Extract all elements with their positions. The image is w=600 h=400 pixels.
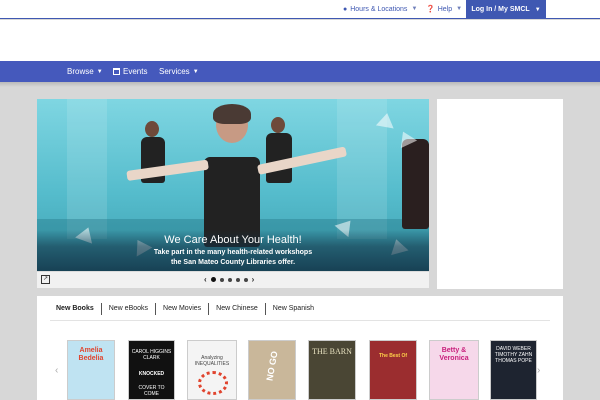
book-cover[interactable]: The Best Of (369, 340, 417, 400)
chevron-down-icon: ▼ (456, 6, 463, 12)
book-cover[interactable]: Analyzing INEQUALITIES (187, 340, 237, 400)
chevron-down-icon: ▼ (411, 6, 418, 12)
book-cover[interactable]: Betty & Veronica (429, 340, 479, 400)
slider-controls: ↗ ‹ › (37, 271, 429, 288)
hero-subtitle-line: Take part in the many health-related wor… (153, 249, 313, 256)
hero-subtitle: Take part in the many health-related wor… (0, 248, 466, 268)
tab-new-chinese[interactable]: New Chinese (209, 303, 266, 315)
tabs-divider (50, 320, 550, 321)
slider-dot[interactable] (243, 277, 248, 282)
tab-new-movies[interactable]: New Movies (156, 303, 210, 315)
nav-shadow (0, 82, 600, 87)
tab-new-ebooks[interactable]: New eBooks (102, 303, 157, 315)
hero-title: We Care About Your Health! (164, 234, 302, 246)
book-cover[interactable]: THE BARN (308, 340, 356, 400)
hero-image-panel (67, 99, 107, 239)
chevron-down-icon: ▼ (96, 68, 103, 75)
question-circle-icon: ❓ (426, 6, 435, 13)
share-icon[interactable]: ↗ (41, 275, 50, 284)
carousel-prev-icon[interactable]: ‹ (55, 365, 58, 376)
slider-pager: ‹ › (204, 275, 254, 284)
book-title: Analyzing INEQUALITIES (194, 355, 230, 367)
slider-dot[interactable] (227, 277, 232, 282)
book-title: Betty & Veronica (439, 347, 469, 362)
slider-dot[interactable] (235, 277, 240, 282)
nav-services[interactable]: Services ▼ (159, 61, 199, 82)
book-title: NO GO (264, 350, 280, 382)
main-nav: Browse ▼ Events Services ▼ (0, 61, 600, 82)
login-button[interactable]: Log In / My SMCL ▼ (466, 0, 546, 19)
book-authors: DAVID WEBER TIMOTHY ZAHN THOMAS POPE (494, 346, 533, 364)
help-link[interactable]: ❓ Help ▼ (426, 0, 462, 18)
book-note: COVER TO COME (138, 385, 165, 397)
book-cover[interactable]: NO GO (248, 340, 296, 400)
book-cover[interactable]: CAROL HIGGINS CLARK KNOCKED COVER TO COM… (128, 340, 175, 400)
hours-locations-link[interactable]: ● Hours & Locations ▼ (343, 0, 417, 18)
book-title: Amelia Bedelia (78, 347, 104, 362)
nav-browse-label: Browse (67, 67, 94, 76)
nav-services-label: Services (159, 67, 190, 76)
new-items-carousel: New Books New eBooks New Movies New Chin… (37, 296, 563, 400)
book-author: CAROL HIGGINS CLARK (131, 349, 172, 361)
map-pin-icon: ● (343, 5, 348, 13)
hero-subtitle-line: the San Mateo County Libraries offer. (170, 259, 296, 266)
book-cover[interactable]: DAVID WEBER TIMOTHY ZAHN THOMAS POPE (490, 340, 537, 400)
calendar-icon (113, 68, 120, 75)
tab-new-spanish[interactable]: New Spanish (266, 303, 321, 315)
nav-browse[interactable]: Browse ▼ (67, 61, 103, 82)
tab-new-books[interactable]: New Books (50, 303, 102, 315)
header-logo-area (0, 20, 600, 61)
nav-events[interactable]: Events (113, 61, 147, 82)
nav-events-label: Events (123, 67, 148, 76)
slider-dot[interactable] (219, 277, 224, 282)
chevron-down-icon: ▼ (192, 68, 199, 75)
slider-dot[interactable] (210, 277, 216, 282)
help-label: Help (437, 5, 453, 13)
hours-locations-label: Hours & Locations (350, 5, 408, 13)
chevron-down-icon: ▼ (534, 6, 541, 13)
slider-prev-button[interactable]: ‹ (204, 275, 207, 284)
book-cover[interactable]: Amelia Bedelia (67, 340, 115, 400)
utility-bar: ● Hours & Locations ▼ ❓ Help ▼ Log In / … (0, 0, 600, 19)
book-title: KNOCKED (138, 371, 165, 377)
login-label: Log In / My SMCL (471, 6, 530, 13)
new-items-tabs: New Books New eBooks New Movies New Chin… (50, 303, 321, 315)
carousel-next-icon[interactable]: › (537, 365, 540, 376)
book-title: THE BARN (312, 347, 352, 356)
book-title: The Best Of (378, 353, 408, 359)
decorative-triangle (375, 111, 397, 129)
slider-next-button[interactable]: › (252, 275, 255, 284)
